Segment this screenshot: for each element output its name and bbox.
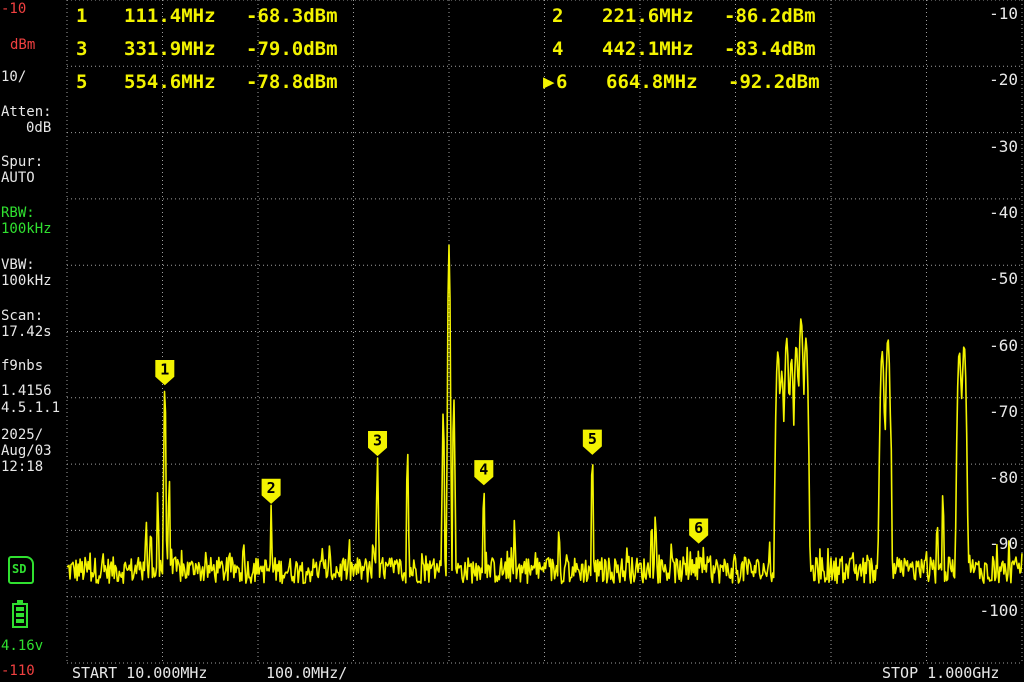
rbw-label: RBW:: [1, 205, 35, 221]
sd-card-icon-text: SD: [12, 562, 27, 576]
bottom-level-label: -110: [1, 663, 35, 679]
battery-voltage: 4.16v: [1, 638, 44, 654]
device-name: f9nbs: [1, 358, 44, 374]
y-tick-label: -100: [979, 600, 1018, 620]
scan-value: 17.42s: [1, 324, 52, 340]
battery-icon: [12, 600, 28, 628]
marker-1-freq: 111.4MHz: [124, 5, 216, 27]
ref-level-label: -10: [1, 1, 27, 17]
marker-4-freq: 442.1MHz: [602, 38, 694, 60]
marker-4-level: -83.4dBm: [724, 38, 816, 60]
y-tick-label: -30: [989, 136, 1018, 156]
atten-value: 0dB: [26, 120, 52, 136]
scale-label: 10/: [1, 69, 27, 85]
marker-flags: 1 2 3 4 5 6: [155, 360, 709, 544]
marker-6-freq: 664.8MHz: [606, 71, 698, 93]
y-tick-label: -70: [989, 401, 1018, 421]
y-tick-label: -40: [989, 202, 1018, 222]
marker-6-level: -92.2dBm: [728, 71, 820, 93]
vbw-value: 100kHz: [1, 273, 52, 289]
rbw-value: 100kHz: [1, 221, 52, 237]
scan-label: Scan:: [1, 308, 44, 324]
marker-3-level: -79.0dBm: [246, 38, 338, 60]
marker-flag-6: 6: [689, 518, 709, 544]
marker-flag-label: 2: [267, 479, 276, 497]
y-tick-label: -90: [989, 534, 1018, 554]
date-year: 2025/: [1, 427, 44, 443]
marker-4-number: 4: [552, 38, 564, 60]
marker-2-freq: 221.6MHz: [602, 5, 694, 27]
y-tick-label: -20: [989, 70, 1018, 90]
marker-flag-label: 1: [160, 361, 169, 379]
marker-5-freq: 554.6MHz: [124, 71, 216, 93]
marker-flag-1: 1: [155, 360, 175, 386]
marker-2-number: 2: [552, 5, 564, 27]
date-day: Aug/03: [1, 443, 52, 459]
atten-label: Atten:: [1, 104, 52, 120]
marker-flag-3: 3: [368, 430, 388, 457]
vbw-label: VBW:: [1, 257, 35, 273]
marker-5-number: 5: [76, 71, 88, 93]
spur-value: AUTO: [1, 170, 35, 186]
y-tick-label: -80: [989, 468, 1018, 488]
y-tick-label: -60: [989, 335, 1018, 355]
marker-flag-label: 5: [588, 430, 597, 448]
stop-frequency: STOP 1.000GHz: [882, 664, 1000, 682]
spectrum-analyzer-screen: 1 2 3 4 5 6 -10 dBm 10/ Atten: 0dB Spur: AUTO…: [0, 0, 1024, 682]
spur-label: Spur:: [1, 154, 44, 170]
marker-flag-5: 5: [582, 429, 602, 455]
marker-1-number: 1: [76, 5, 88, 27]
marker-1-level: -68.3dBm: [246, 5, 338, 27]
unit-label: dBm: [10, 37, 36, 53]
y-tick-label: -10: [989, 4, 1018, 23]
marker-flag-4: 4: [474, 460, 494, 486]
version-1: 1.4156: [1, 383, 52, 399]
marker-flag-label: 3: [373, 431, 382, 449]
marker-3-freq: 331.9MHz: [124, 38, 216, 60]
sd-card-icon: SD: [8, 556, 34, 584]
start-frequency: START 10.000MHz: [72, 664, 208, 682]
marker-3-number: 3: [76, 38, 88, 60]
marker-6-number: 6: [556, 71, 568, 93]
marker-flag-label: 6: [694, 519, 703, 537]
y-tick-label: -50: [989, 269, 1018, 289]
marker-2-level: -86.2dBm: [724, 5, 816, 27]
version-2: 4.5.1.1: [1, 400, 61, 416]
spectrum-plot: 1 2 3 4 5 6: [66, 0, 1023, 664]
marker-flag-label: 4: [479, 461, 488, 479]
active-marker-arrow-icon: ▶: [543, 71, 555, 93]
per-division: 100.0MHz/: [266, 664, 348, 682]
time-label: 12:18: [1, 459, 44, 475]
marker-5-level: -78.8dBm: [246, 71, 338, 93]
marker-flag-2: 2: [261, 478, 281, 504]
